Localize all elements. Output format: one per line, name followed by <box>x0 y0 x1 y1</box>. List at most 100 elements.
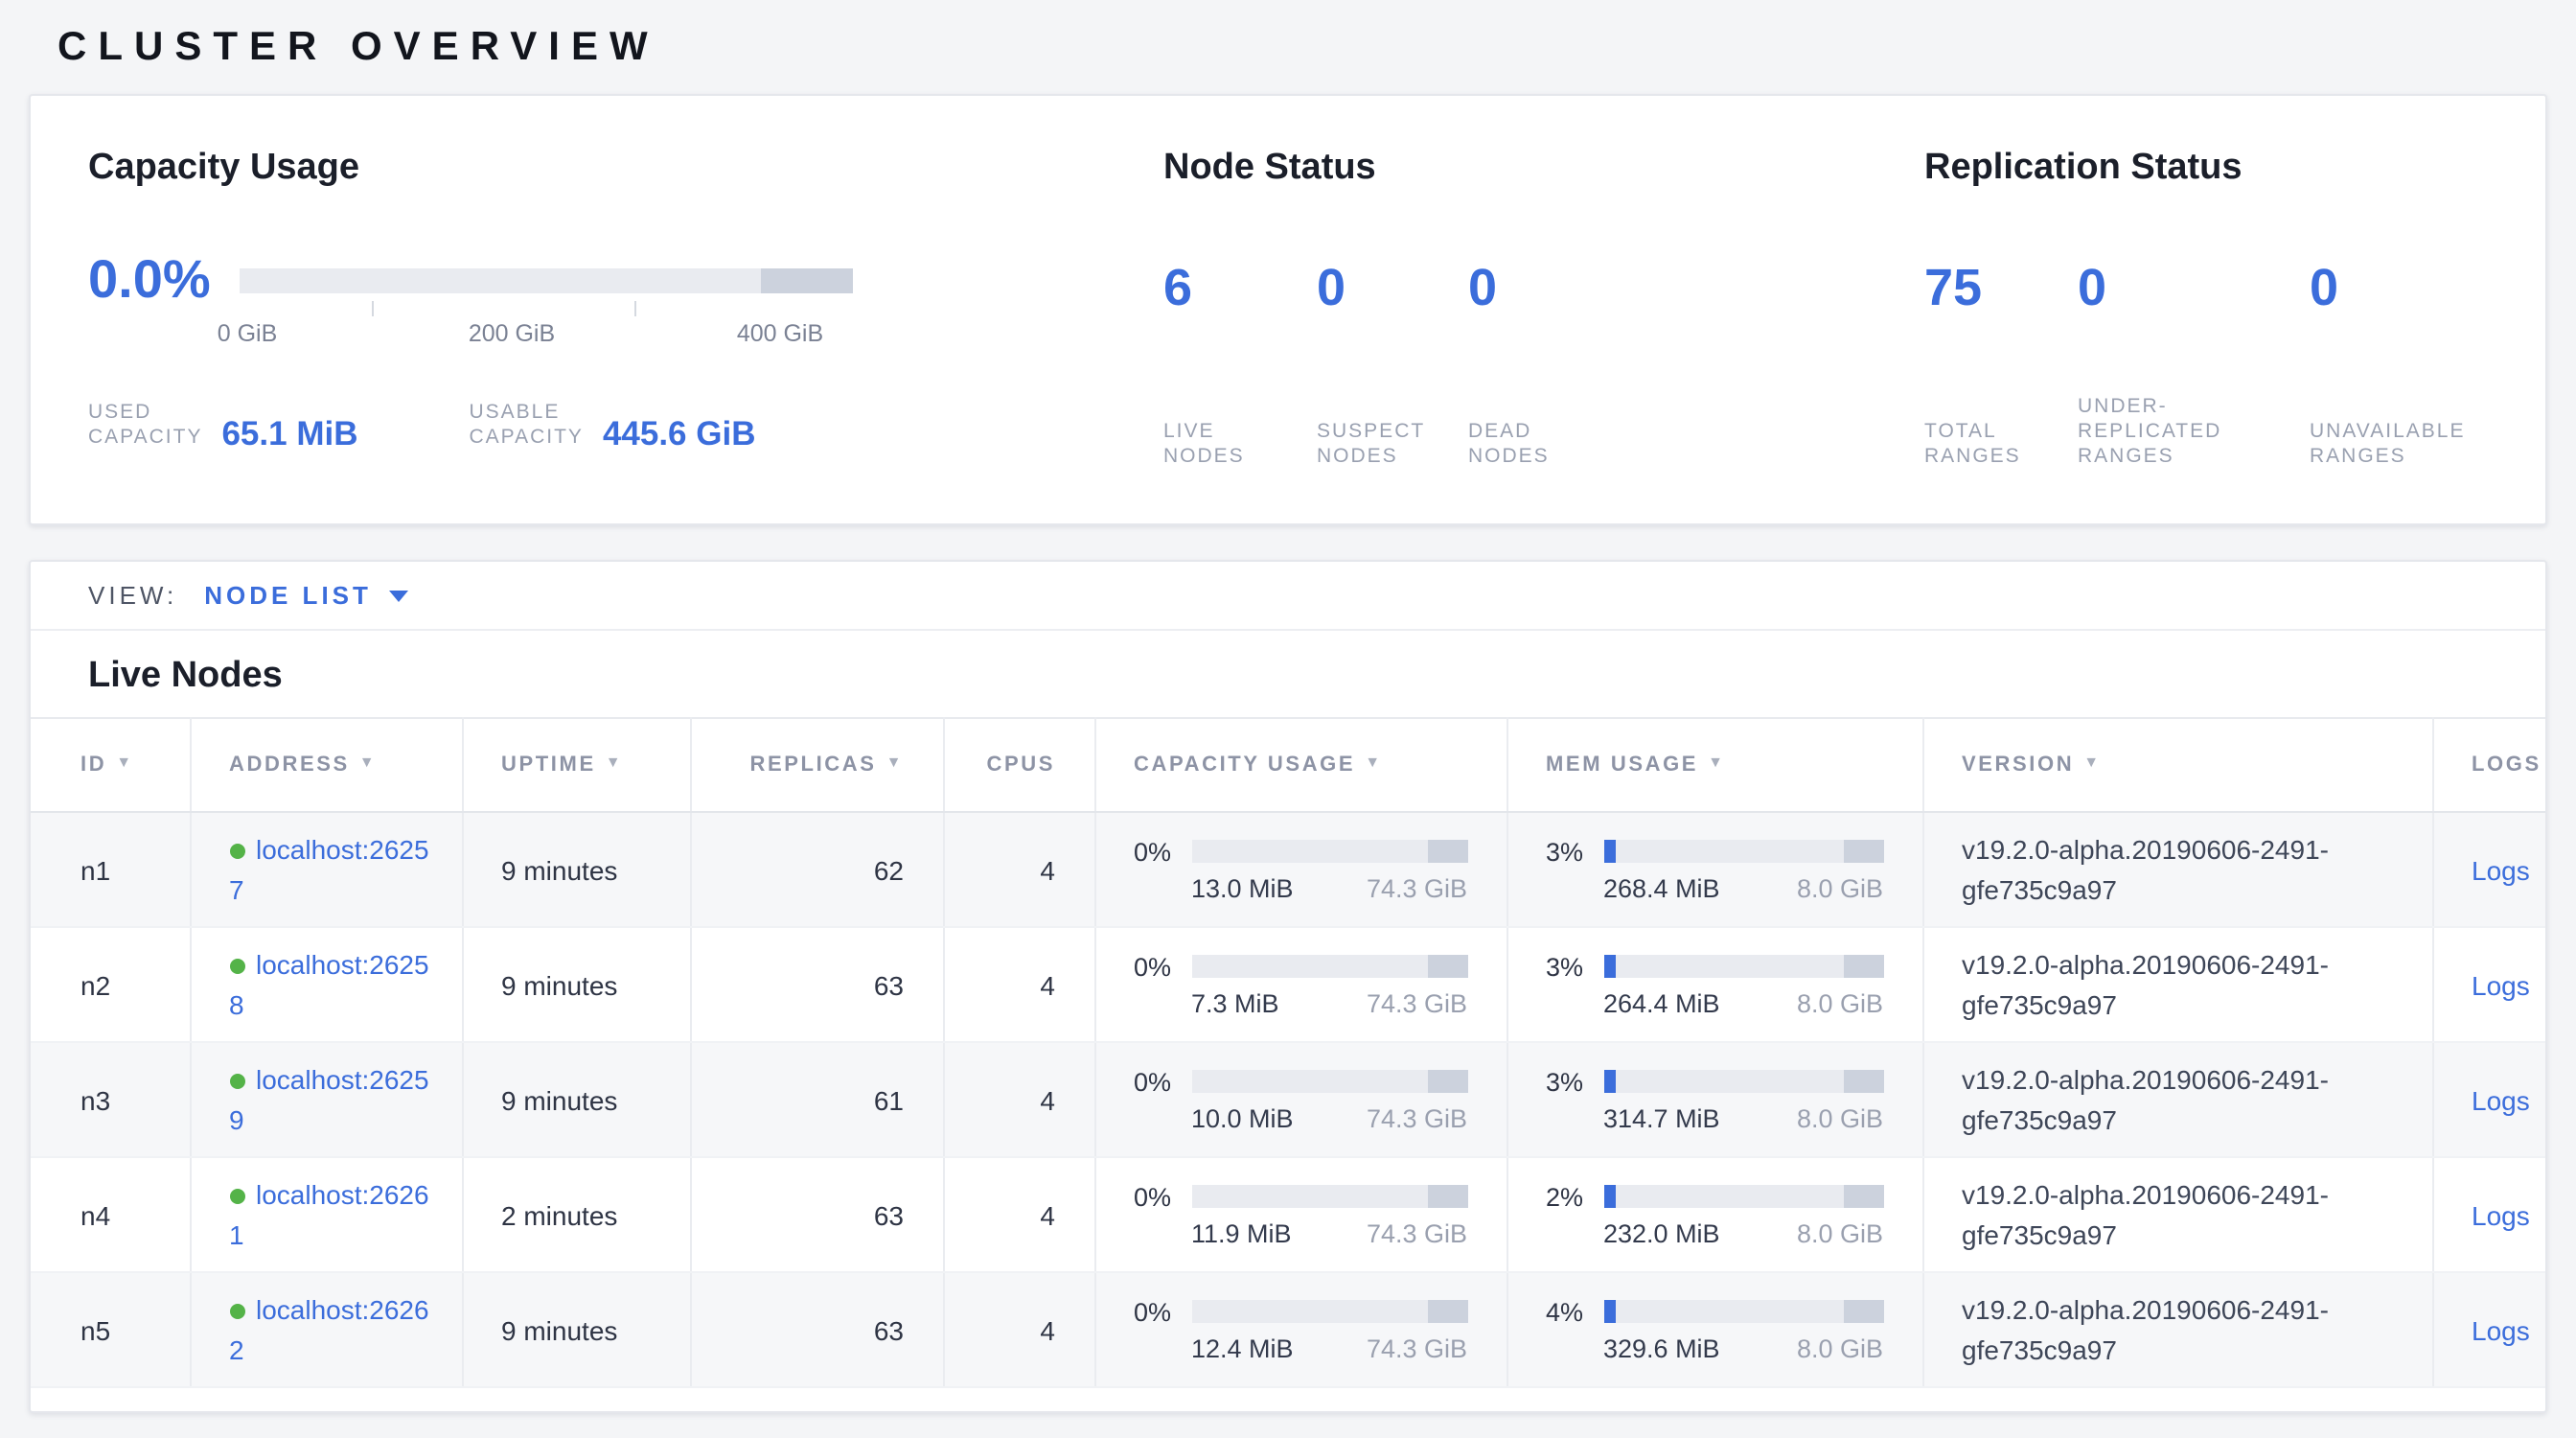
sort-icon: ▼ <box>2083 754 2101 771</box>
node-id-cell: n5 <box>31 1272 190 1387</box>
capacity-usage-bar: 0 GiB 200 GiB 400 GiB <box>240 268 853 309</box>
mem-total-value: 8.0 GiB <box>1797 988 1883 1017</box>
capacity-total-value: 74.3 GiB <box>1367 1334 1467 1362</box>
under-replicated-ranges-stat: 0 UNDER- REPLICATED RANGES <box>2078 259 2310 470</box>
node-logs-cell: Logs <box>2432 812 2547 927</box>
node-mem-cell: 3% 264.4 MiB8.0 GiB <box>1506 927 1922 1042</box>
table-row: n4 localhost:26261 2 minutes 63 4 0% 11.… <box>31 1157 2547 1272</box>
column-header-id[interactable]: ID▼ <box>31 718 190 812</box>
sort-icon: ▼ <box>359 754 377 771</box>
capacity-bar <box>1191 840 1467 863</box>
mem-used-value: 329.6 MiB <box>1603 1334 1720 1362</box>
sort-icon: ▼ <box>886 754 904 771</box>
table-row: n5 localhost:26262 9 minutes 63 4 0% 12.… <box>31 1272 2547 1387</box>
cluster-overview-page: CLUSTER OVERVIEW Capacity Usage 0.0% 0 G… <box>0 0 2576 1438</box>
logs-link[interactable]: Logs <box>2472 1314 2530 1345</box>
sort-icon: ▼ <box>606 754 623 771</box>
node-id-cell: n4 <box>31 1157 190 1272</box>
node-live-status-icon <box>229 958 244 973</box>
node-mem-cell: 3% 268.4 MiB8.0 GiB <box>1506 812 1922 927</box>
node-status-section: Node Status 6 LIVE NODES 0 SUSPECT NODES <box>1163 146 1550 470</box>
column-header-version[interactable]: VERSION▼ <box>1922 718 2432 812</box>
live-nodes-count: 6 <box>1163 259 1317 316</box>
logs-link[interactable]: Logs <box>2472 969 2530 1000</box>
unavailable-ranges-label: UNAVAILABLE RANGES <box>2310 420 2465 470</box>
under-replicated-ranges-count: 0 <box>2078 259 2310 316</box>
cluster-summary-card: Capacity Usage 0.0% 0 GiB 200 GiB 400 Gi… <box>29 94 2547 525</box>
node-address-cell: localhost:26261 <box>190 1157 462 1272</box>
usable-capacity-value: 445.6 GiB <box>603 416 756 451</box>
column-header-replicas[interactable]: REPLICAS▼ <box>690 718 943 812</box>
replication-stats: 75 TOTAL RANGES 0 UNDER- REPLICATED RANG… <box>1924 259 2465 470</box>
node-address-cell: localhost:26258 <box>190 927 462 1042</box>
mem-bar <box>1603 840 1883 863</box>
column-header-address[interactable]: ADDRESS▼ <box>190 718 462 812</box>
node-address-link[interactable]: localhost:26259 <box>229 1063 429 1134</box>
capacity-stats: USED CAPACITY 65.1 MiB USABLE CAPACITY 4… <box>88 401 756 451</box>
node-logs-cell: Logs <box>2432 1157 2547 1272</box>
column-header-mem-usage[interactable]: MEM USAGE▼ <box>1506 718 1922 812</box>
node-status-title: Node Status <box>1163 146 1550 192</box>
node-replicas-cell: 63 <box>690 1157 943 1272</box>
capacity-percent: 0% <box>1134 952 1180 981</box>
suspect-nodes-count: 0 <box>1317 259 1468 316</box>
usable-capacity-stat: USABLE CAPACITY 445.6 GiB <box>469 401 755 451</box>
dead-nodes-count: 0 <box>1468 259 1550 316</box>
used-capacity-label: USED CAPACITY <box>88 401 202 451</box>
node-capacity-cell: 0% 11.9 MiB74.3 GiB <box>1094 1157 1506 1272</box>
axis-label: 0 GiB <box>218 320 278 347</box>
used-capacity-value: 65.1 MiB <box>221 416 357 451</box>
node-address-link[interactable]: localhost:26261 <box>229 1178 429 1249</box>
mem-percent: 4% <box>1546 1297 1592 1326</box>
logs-link[interactable]: Logs <box>2472 1199 2530 1230</box>
node-address-link[interactable]: localhost:26257 <box>229 833 429 904</box>
chevron-down-icon <box>389 591 408 602</box>
capacity-total-value: 74.3 GiB <box>1367 873 1467 902</box>
capacity-bar <box>1191 1070 1467 1093</box>
node-replicas-cell: 63 <box>690 1272 943 1387</box>
unavailable-ranges-stat: 0 UNAVAILABLE RANGES <box>2310 259 2465 470</box>
node-capacity-cell: 0% 13.0 MiB74.3 GiB <box>1094 812 1506 927</box>
view-selector-dropdown[interactable]: NODE LIST <box>204 581 408 610</box>
node-version-cell: v19.2.0-alpha.20190606-2491-gfe735c9a97 <box>1922 1042 2432 1157</box>
node-logs-cell: Logs <box>2432 1042 2547 1157</box>
table-row: n2 localhost:26258 9 minutes 63 4 0% 7.3… <box>31 927 2547 1042</box>
column-header-capacity-usage[interactable]: CAPACITY USAGE▼ <box>1094 718 1506 812</box>
node-replicas-cell: 62 <box>690 812 943 927</box>
node-cpus-cell: 4 <box>943 927 1094 1042</box>
mem-bar-fill <box>1603 955 1615 978</box>
view-bar: VIEW: NODE LIST <box>31 562 2545 631</box>
capacity-used-value: 7.3 MiB <box>1191 988 1279 1017</box>
node-replicas-cell: 61 <box>690 1042 943 1157</box>
table-row: n3 localhost:26259 9 minutes 61 4 0% 10.… <box>31 1042 2547 1157</box>
capacity-used-value: 13.0 MiB <box>1191 873 1294 902</box>
node-live-status-icon <box>229 1303 244 1318</box>
node-address-link[interactable]: localhost:26262 <box>229 1293 429 1364</box>
live-nodes-table: ID▼ ADDRESS▼ UPTIME▼ REPLICAS▼ CPUS CAPA… <box>31 717 2547 1388</box>
axis-label: 400 GiB <box>737 320 823 347</box>
sort-icon: ▼ <box>1708 754 1725 771</box>
node-cpus-cell: 4 <box>943 1272 1094 1387</box>
logs-link[interactable]: Logs <box>2472 1084 2530 1115</box>
node-live-status-icon <box>229 1188 244 1203</box>
node-address-link[interactable]: localhost:26258 <box>229 948 429 1019</box>
mem-bar-fill <box>1603 1070 1615 1093</box>
node-cpus-cell: 4 <box>943 1157 1094 1272</box>
axis-tick <box>372 301 374 316</box>
mem-used-value: 232.0 MiB <box>1603 1218 1720 1247</box>
mem-bar-fill <box>1603 840 1615 863</box>
total-ranges-stat: 75 TOTAL RANGES <box>1924 259 2078 470</box>
mem-used-value: 264.4 MiB <box>1603 988 1720 1017</box>
mem-used-value: 314.7 MiB <box>1603 1103 1720 1132</box>
logs-link[interactable]: Logs <box>2472 854 2530 885</box>
view-selected-value: NODE LIST <box>204 581 372 610</box>
node-status-stats: 6 LIVE NODES 0 SUSPECT NODES 0 <box>1163 259 1550 470</box>
total-ranges-label: TOTAL RANGES <box>1924 420 2078 470</box>
node-uptime-cell: 9 minutes <box>462 927 690 1042</box>
capacity-usage-title: Capacity Usage <box>88 146 1133 192</box>
node-list-card: VIEW: NODE LIST Live Nodes ID▼ ADDRESS▼ … <box>29 560 2547 1413</box>
node-cpus-cell: 4 <box>943 812 1094 927</box>
column-header-uptime[interactable]: UPTIME▼ <box>462 718 690 812</box>
page-title: CLUSTER OVERVIEW <box>58 25 659 71</box>
sort-icon: ▼ <box>116 754 133 771</box>
